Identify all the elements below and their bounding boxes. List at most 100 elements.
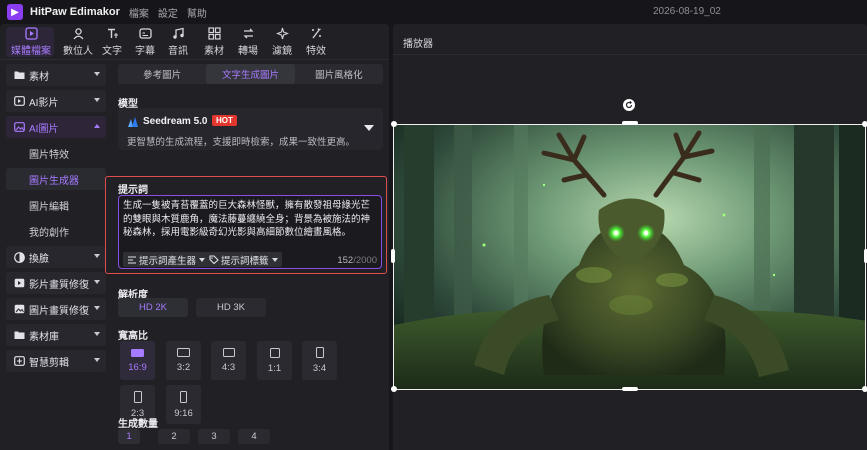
project-name: 2026-08-19_02 — [653, 6, 721, 17]
tool-audio[interactable]: 音訊 — [160, 24, 196, 59]
tool-media[interactable]: 媒體檔案 — [0, 24, 62, 59]
prompt-text[interactable]: 生成一隻被青苔覆蓋的巨大森林怪獸，擁有散發祖母綠光芒的雙眼與木質鹿角，魔法藤蔓纏… — [123, 199, 379, 240]
tool-material[interactable]: 素材 — [196, 24, 232, 59]
sidebar-item-face-swap[interactable]: 換臉 — [6, 246, 106, 268]
resize-handle-bottom-right[interactable] — [862, 386, 867, 392]
material-icon — [207, 26, 221, 40]
menu-file[interactable]: 檔案 — [129, 5, 149, 20]
smart-edit-icon — [14, 356, 25, 367]
media-icon — [24, 26, 38, 40]
resolution-hd2k[interactable]: HD 2K — [118, 298, 188, 317]
aspect-16-9[interactable]: 16:9 — [120, 341, 155, 380]
tool-effects-label: 特效 — [306, 46, 326, 57]
tag-icon — [209, 255, 219, 264]
aspect-3-2[interactable]: 3:2 — [166, 341, 201, 380]
chevron-down-icon — [94, 306, 100, 310]
sidebar-subitem-image-generator[interactable]: 圖片生成器 — [6, 168, 106, 190]
tab-reference-image[interactable]: 參考圖片 — [118, 64, 206, 84]
sidebar-item-library[interactable]: 素材庫 — [6, 324, 106, 346]
aspect-4-3[interactable]: 4:3 — [211, 341, 246, 380]
sidebar-item-label: 換臉 — [29, 253, 49, 265]
tool-transition-label: 轉場 — [238, 46, 258, 57]
count-4[interactable]: 4 — [238, 429, 270, 444]
subtitle-icon — [138, 26, 152, 40]
model-selector[interactable]: Seedream 5.0 HOT 更智慧的生成流程，支援即時檢索，成果一致性更高… — [118, 108, 383, 150]
generated-image[interactable] — [393, 124, 866, 390]
prompt-textarea[interactable]: 生成一隻被青苔覆蓋的巨大森林怪獸，擁有散發祖母綠光芒的雙眼與木質鹿角，魔法藤蔓纏… — [118, 195, 382, 269]
prompt-count-value: 152 — [337, 255, 354, 266]
aspect-shape-icon — [222, 348, 235, 357]
chevron-up-icon — [94, 124, 100, 128]
prompt-section-label: 提示詞 — [118, 185, 148, 196]
sidebar-item-label: AI影片 — [29, 97, 59, 109]
tool-avatar-label: 數位人 — [63, 46, 93, 57]
chevron-down-icon — [94, 332, 100, 336]
toolbar-divider — [0, 59, 389, 60]
sidebar-item-video-enhance[interactable]: 影片畫質修復 — [6, 272, 106, 294]
chevron-down-icon — [364, 125, 374, 131]
tab-image-stylize[interactable]: 圖片風格化 — [295, 64, 383, 84]
count-3[interactable]: 3 — [198, 429, 230, 444]
aspect-9-16[interactable]: 9:16 — [166, 385, 201, 424]
tool-effects[interactable]: 特效 — [300, 24, 332, 59]
main-toolbar: 媒體檔案 數位人 文字 字幕 音訊 素材 轉場 濾鏡 特效 — [0, 24, 389, 59]
resize-handle-bottom-left[interactable] — [391, 386, 397, 392]
aspect-label: 16:9 — [128, 361, 147, 373]
prompt-tags-label: 提示詞標籤 — [221, 255, 269, 267]
image-generator-panel: 參考圖片 文字生成圖片 圖片風格化 模型 Seedream 5.0 HOT 更智… — [105, 64, 387, 450]
seedream-logo-icon — [128, 117, 138, 127]
text-icon — [105, 26, 119, 40]
image-enhance-icon — [14, 304, 25, 315]
tool-avatar[interactable]: 數位人 — [62, 24, 94, 59]
sidebar-item-material[interactable]: 素材 — [6, 64, 106, 86]
aspect-3-4[interactable]: 3:4 — [302, 341, 337, 380]
resize-handle-left[interactable] — [391, 249, 395, 263]
sidebar-subitem-image-edit[interactable]: 圖片編輯 — [6, 194, 106, 216]
count-2[interactable]: 2 — [158, 429, 190, 444]
tool-text[interactable]: 文字 — [94, 24, 130, 59]
player-title: 播放器 — [403, 39, 433, 50]
tool-filter[interactable]: 濾鏡 — [264, 24, 300, 59]
chevron-down-icon — [94, 280, 100, 284]
sidebar-item-ai-image[interactable]: AI圖片 — [6, 116, 106, 138]
player-divider — [393, 54, 867, 55]
aspect-label: 4:3 — [221, 362, 236, 373]
count-1[interactable]: 1 — [118, 429, 140, 444]
tool-transition[interactable]: 轉場 — [232, 24, 264, 59]
model-description: 更智慧的生成流程，支援即時檢索，成果一致性更高。 — [127, 137, 356, 148]
tool-subtitle[interactable]: 字幕 — [130, 24, 160, 59]
ai-video-icon — [14, 96, 25, 107]
prompt-count-max: /2000 — [353, 255, 377, 266]
sidebar-item-image-enhance[interactable]: 圖片畫質修復 — [6, 298, 106, 320]
sidebar-item-label: 圖片畫質修復 — [29, 305, 89, 317]
sidebar-item-label: 素材庫 — [29, 331, 59, 343]
sidebar-subitem-my-creations[interactable]: 我的創作 — [6, 220, 106, 242]
title-bar: ▶ HitPaw Edimakor 檔案 設定 幫助 2026-08-19_02 — [0, 0, 867, 24]
ai-image-icon — [14, 122, 25, 133]
aspect-1-1[interactable]: 1:1 — [257, 341, 292, 380]
menu-help[interactable]: 幫助 — [187, 5, 207, 20]
resize-handle-bottom[interactable] — [622, 387, 638, 391]
resolution-hd3k[interactable]: HD 3K — [196, 298, 266, 317]
aspect-shape-icon — [177, 348, 190, 357]
sidebar-item-label: 影片畫質修復 — [29, 279, 89, 291]
resize-handle-top-right[interactable] — [862, 121, 867, 127]
prompt-generator-button[interactable]: 提示詞產生器 — [123, 252, 210, 267]
menu-settings[interactable]: 設定 — [158, 5, 178, 20]
tab-text-to-image[interactable]: 文字生成圖片 — [206, 64, 295, 84]
generator-mode-tabs: 參考圖片 文字生成圖片 圖片風格化 — [118, 64, 383, 84]
sidebar-item-smart-edit[interactable]: 智慧剪輯 — [6, 350, 106, 372]
tool-audio-label: 音訊 — [168, 46, 188, 57]
avatar-icon — [71, 26, 85, 40]
rotate-handle-icon[interactable] — [623, 99, 635, 111]
prompt-tags-button[interactable]: 提示詞標籤 — [205, 252, 282, 267]
aspect-shape-icon — [131, 348, 144, 357]
sidebar: 素材 AI影片 AI圖片 圖片特效 圖片生成器 圖片編輯 我的創作 換臉 影片畫… — [6, 64, 108, 376]
sidebar-subitem-image-effects[interactable]: 圖片特效 — [6, 142, 106, 164]
chevron-down-icon — [94, 254, 100, 258]
resize-handle-top-left[interactable] — [391, 121, 397, 127]
chevron-down-icon — [271, 257, 278, 262]
sidebar-item-ai-video[interactable]: AI影片 — [6, 90, 106, 112]
resize-handle-top[interactable] — [622, 121, 638, 125]
folder-icon — [14, 70, 25, 81]
